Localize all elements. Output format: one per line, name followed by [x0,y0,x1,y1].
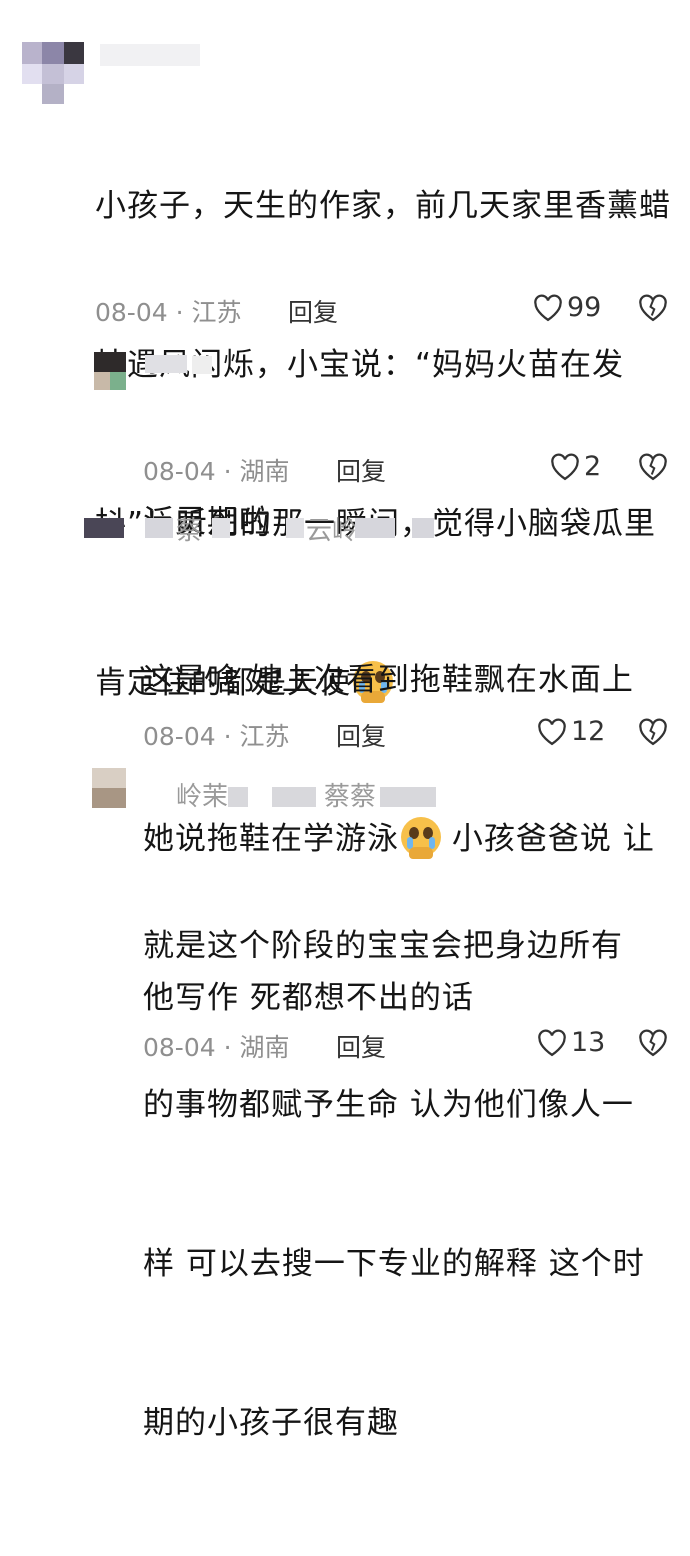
like-button[interactable]: 12 [537,716,605,747]
username-redacted [228,787,248,807]
username[interactable]: 云岭 [306,510,358,547]
like-button[interactable]: 13 [537,1027,605,1058]
reply-button[interactable]: 回复 [288,293,338,329]
like-count: 13 [571,1027,606,1058]
like-count: 99 [567,292,602,323]
comment-location: 湖南 [239,1033,290,1062]
avatar[interactable] [94,352,126,390]
username[interactable]: 岭茉 [176,776,228,813]
username-redacted [212,518,230,538]
broken-heart-icon [639,1029,667,1057]
dislike-button[interactable] [638,718,668,750]
separator: · [223,722,232,751]
separator: · [175,298,184,327]
username-redacted [272,787,316,807]
comment-meta: 08-04 · 湖南 [143,452,290,488]
comment-location: 江苏 [191,298,242,327]
broken-heart-icon [639,294,667,322]
reply-button[interactable]: 回复 [336,1028,386,1064]
username-redacted [286,518,304,538]
username-redacted [192,356,212,374]
avatar[interactable] [84,518,124,538]
comment-location: 湖南 [239,457,290,486]
broken-heart-icon [639,453,667,481]
username-redacted[interactable] [100,44,200,66]
comment-date: 08-04 [95,298,168,327]
heart-outline-icon [538,718,566,745]
comment-location: 江苏 [239,722,290,751]
separator: · [223,1033,232,1062]
avatar[interactable] [22,42,84,104]
comment-date: 08-04 [143,1033,216,1062]
separator: · [223,457,232,486]
username-redacted [380,787,436,807]
heart-outline-icon [534,294,562,321]
username-redacted [145,518,173,538]
like-count: 2 [584,451,602,482]
like-count: 12 [571,716,606,747]
heart-outline-icon [538,1029,566,1056]
username[interactable]: 蔡蔡 [324,776,376,813]
avatar[interactable] [92,768,126,808]
comment-date: 08-04 [143,722,216,751]
like-button[interactable]: 2 [550,451,601,482]
username-redacted [355,518,395,538]
heart-outline-icon [551,453,579,480]
dislike-button[interactable] [638,1029,668,1061]
dislike-button[interactable] [638,453,668,485]
comment-date: 08-04 [143,457,216,486]
comment-meta: 08-04 · 江苏 [95,293,242,329]
comment-meta: 08-04 · 湖南 [143,1028,290,1064]
username-redacted[interactable] [145,355,187,373]
reply-button[interactable]: 回复 [336,717,386,753]
username[interactable]: 蔡 [176,510,202,547]
username-redacted [412,518,434,538]
reply-button[interactable]: 回复 [336,452,386,488]
like-button[interactable]: 99 [533,292,601,323]
comment-meta: 08-04 · 江苏 [143,717,290,753]
comment-text: 就是这个阶段的宝宝会把身边所有 的事物都赋予生命 认为他们像人一 样 可以去搜一… [143,928,645,1441]
dislike-button[interactable] [638,294,668,326]
broken-heart-icon [639,718,667,746]
